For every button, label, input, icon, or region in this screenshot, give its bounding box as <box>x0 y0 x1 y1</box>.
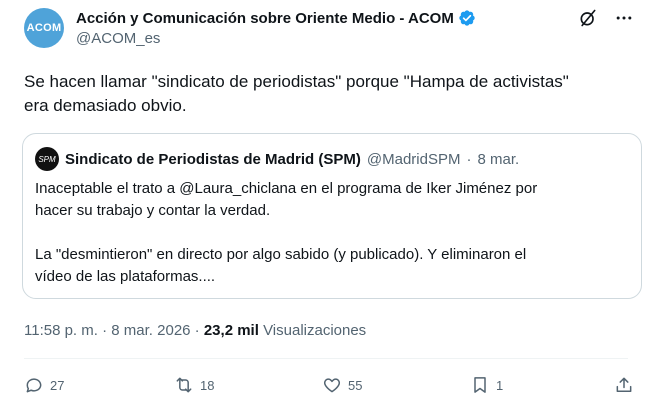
quoted-date[interactable]: 8 mar. <box>477 151 519 168</box>
author-name[interactable]: Acción y Comunicación sobre Oriente Medi… <box>76 10 454 27</box>
quoted-author-handle[interactable]: @MadridSPM <box>367 151 461 168</box>
reply-button[interactable]: 27 <box>24 375 64 395</box>
author-avatar[interactable]: ACOM <box>24 8 64 48</box>
verified-badge-icon[interactable] <box>458 9 476 27</box>
quoted-post[interactable]: SPM Sindicato de Periodistas de Madrid (… <box>22 133 642 299</box>
author-handle[interactable]: @ACOM_es <box>76 30 576 47</box>
bookmark-count: 1 <box>496 377 504 393</box>
meta-separator: · <box>194 322 200 339</box>
post-time[interactable]: 11:58 p. m. <box>24 322 98 339</box>
bookmark-icon <box>474 377 486 393</box>
top-actions <box>578 8 634 28</box>
views-count: 23,2 mil <box>203 322 259 339</box>
reply-count: 27 <box>50 377 65 393</box>
quoted-separator: · <box>466 150 472 168</box>
quoted-author-name[interactable]: Sindicato de Periodistas de Madrid (SPM) <box>65 151 361 168</box>
post-date[interactable]: 8 mar. 2026 <box>111 322 190 339</box>
post-meta: 11:58 p. m. · 8 mar. 2026 · 23,2 mil Vis… <box>24 322 366 339</box>
repost-button[interactable]: 18 <box>174 375 214 395</box>
share-icon <box>616 377 632 392</box>
quoted-author-avatar[interactable]: SPM <box>35 147 59 171</box>
post-text: Se hacen llamar "sindicato de periodista… <box>24 72 569 115</box>
like-count: 55 <box>348 377 363 393</box>
action-bar: 27 18 55 1 <box>24 375 634 399</box>
author-block: Acción y Comunicación sobre Oriente Medi… <box>76 8 576 47</box>
bookmark-button[interactable]: 1 <box>470 375 503 395</box>
repost-count: 18 <box>200 377 215 393</box>
like-icon <box>323 378 341 393</box>
grok-icon[interactable] <box>578 8 598 28</box>
divider <box>24 358 628 359</box>
share-button[interactable] <box>614 375 634 395</box>
repost-icon <box>176 377 192 393</box>
quoted-text: Inaceptable el trato a @Laura_chiclana e… <box>35 180 538 285</box>
meta-separator: · <box>102 322 108 339</box>
views-label: Visualizaciones <box>263 322 367 339</box>
reply-icon <box>26 378 42 393</box>
more-icon[interactable] <box>614 8 634 28</box>
like-button[interactable]: 55 <box>322 375 362 395</box>
